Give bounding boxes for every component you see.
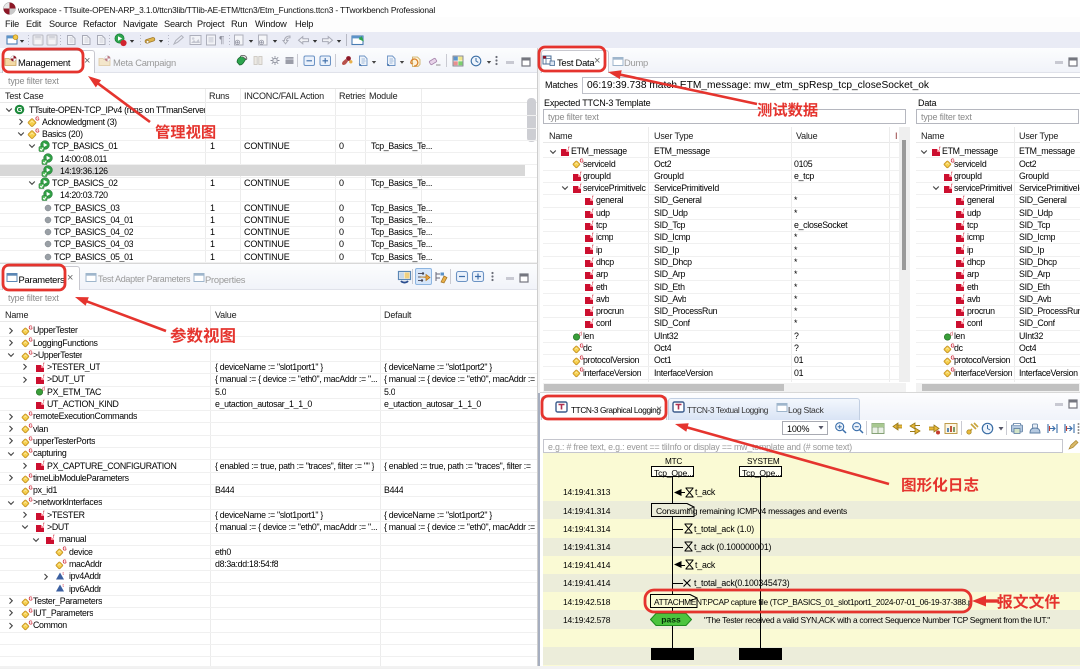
svg-text:f: f (963, 233, 965, 239)
svg-text:d: d (950, 331, 953, 337)
svg-text:f: f (963, 270, 965, 276)
svg-text:f: f (963, 245, 965, 251)
svg-text:G: G (35, 116, 39, 122)
svg-text:G: G (63, 547, 67, 553)
svg-text:f: f (963, 196, 965, 202)
svg-text:f: f (592, 306, 594, 312)
svg-text:f: f (43, 399, 45, 405)
svg-text:G: G (17, 105, 23, 114)
svg-text:f: f (592, 245, 594, 251)
svg-text:f: f (592, 233, 594, 239)
svg-text:f: f (592, 257, 594, 263)
svg-text:f: f (43, 461, 45, 467)
svg-text:f: f (939, 147, 941, 153)
svg-text:f: f (592, 220, 594, 226)
svg-text:t: t (63, 583, 65, 588)
svg-text:G: G (35, 129, 39, 135)
svg-text:f: f (963, 257, 965, 263)
svg-text:d: d (579, 331, 582, 337)
svg-text:f: f (592, 196, 594, 202)
svg-text:f: f (580, 171, 582, 177)
svg-text:G: G (63, 559, 67, 565)
svg-text:f: f (568, 147, 570, 153)
svg-text:f: f (43, 375, 45, 381)
svg-text:f: f (592, 270, 594, 276)
svg-text:f: f (592, 319, 594, 325)
svg-text:t: t (63, 571, 65, 576)
svg-text:f: f (43, 510, 45, 516)
svg-text:f: f (592, 282, 594, 288)
svg-text:f: f (963, 319, 965, 325)
svg-text:f: f (43, 362, 45, 368)
svg-text:f: f (963, 282, 965, 288)
svg-text:f: f (963, 208, 965, 214)
svg-text:d: d (42, 387, 45, 393)
svg-text:f: f (963, 306, 965, 312)
svg-text:f: f (592, 208, 594, 214)
svg-text:f: f (963, 294, 965, 300)
svg-text:f: f (951, 171, 953, 177)
svg-text:f: f (951, 183, 953, 189)
svg-text:f: f (592, 294, 594, 300)
svg-text:f: f (963, 220, 965, 226)
svg-text:f: f (43, 522, 45, 528)
svg-text:f: f (580, 183, 582, 189)
svg-text:f: f (53, 535, 55, 541)
svg-text:pass: pass (661, 615, 681, 625)
